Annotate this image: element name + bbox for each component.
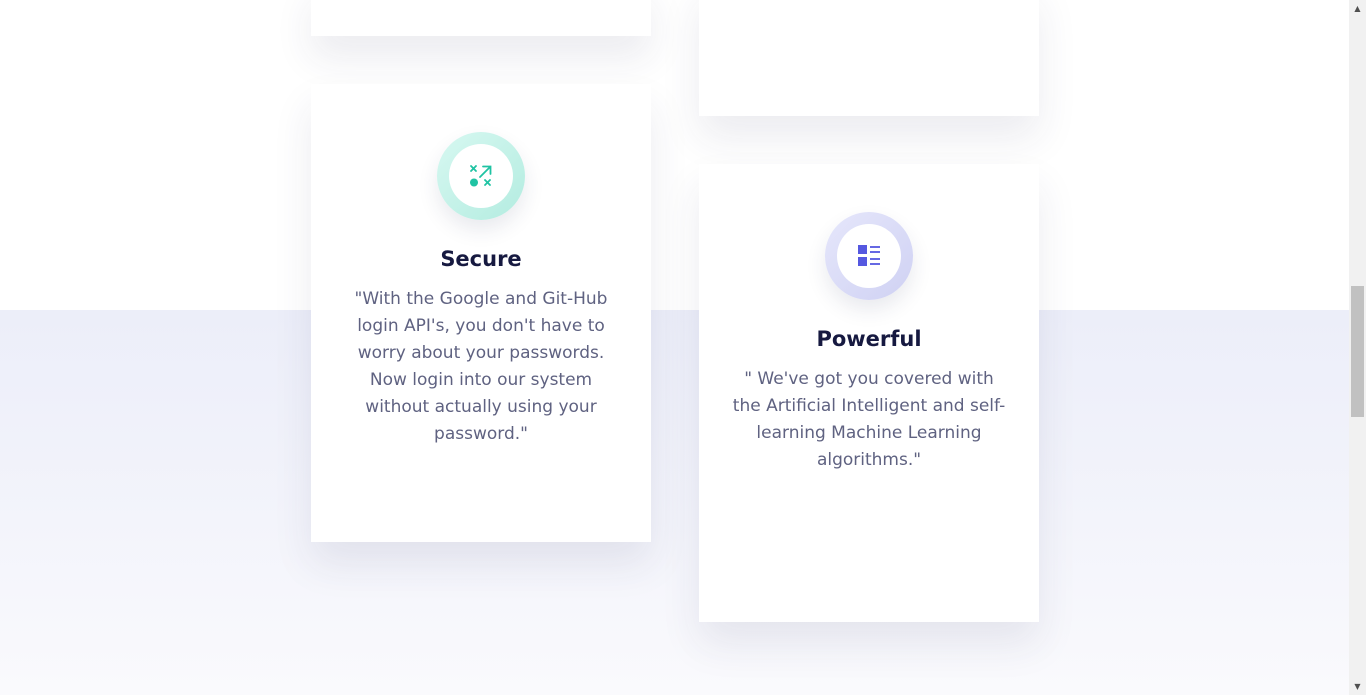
feature-card-partial-left [311,0,651,36]
section-background-band [0,310,1349,695]
feature-description: " We've got you covered with the Artific… [732,369,1006,470]
strategy-icon [470,165,492,187]
feature-card-secure: Secure "With the Google and Git-Hub logi… [311,84,651,542]
page-content: Secure "With the Google and Git-Hub logi… [0,0,1349,695]
scroll-down-arrow-icon[interactable]: ▼ [1349,678,1366,695]
secure-icon-badge [437,132,525,220]
feature-description: "With the Google and Git-Hub login API's… [354,289,608,444]
feature-card-powerful: Powerful " We've got you covered with th… [699,164,1039,622]
scroll-up-arrow-icon[interactable]: ▲ [1349,0,1366,17]
vertical-scrollbar[interactable]: ▲ ▼ [1349,0,1366,695]
feature-title: Powerful [816,327,922,351]
feature-card-partial-right [699,0,1039,116]
list-icon [858,245,880,266]
feature-title: Secure [440,247,522,271]
powerful-icon-badge [825,212,913,300]
scrollbar-thumb[interactable] [1351,286,1364,417]
